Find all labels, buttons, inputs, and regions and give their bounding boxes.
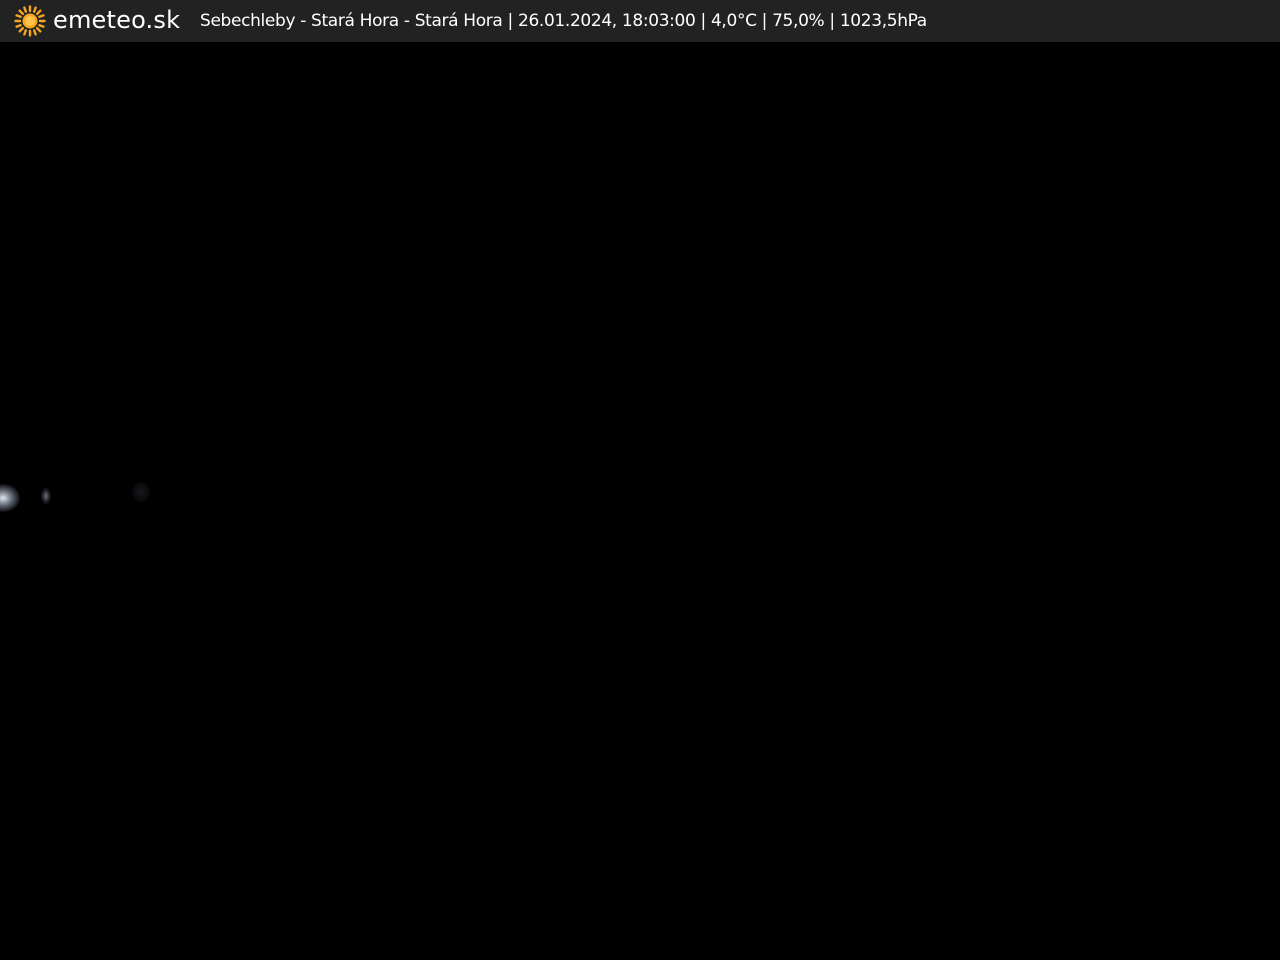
light-glow-small [41,488,51,504]
webcam-info-bar: emeteo.sk Sebechleby - Stará Hora - Star… [0,0,1280,42]
webcam-caption: Sebechleby - Stará Hora - Stará Hora | 2… [200,11,927,31]
brand-name: emeteo.sk [53,6,181,34]
light-glow [0,484,20,512]
webcam-image [0,42,1280,960]
sun-icon [14,5,46,37]
light-glow-faint [132,482,150,502]
